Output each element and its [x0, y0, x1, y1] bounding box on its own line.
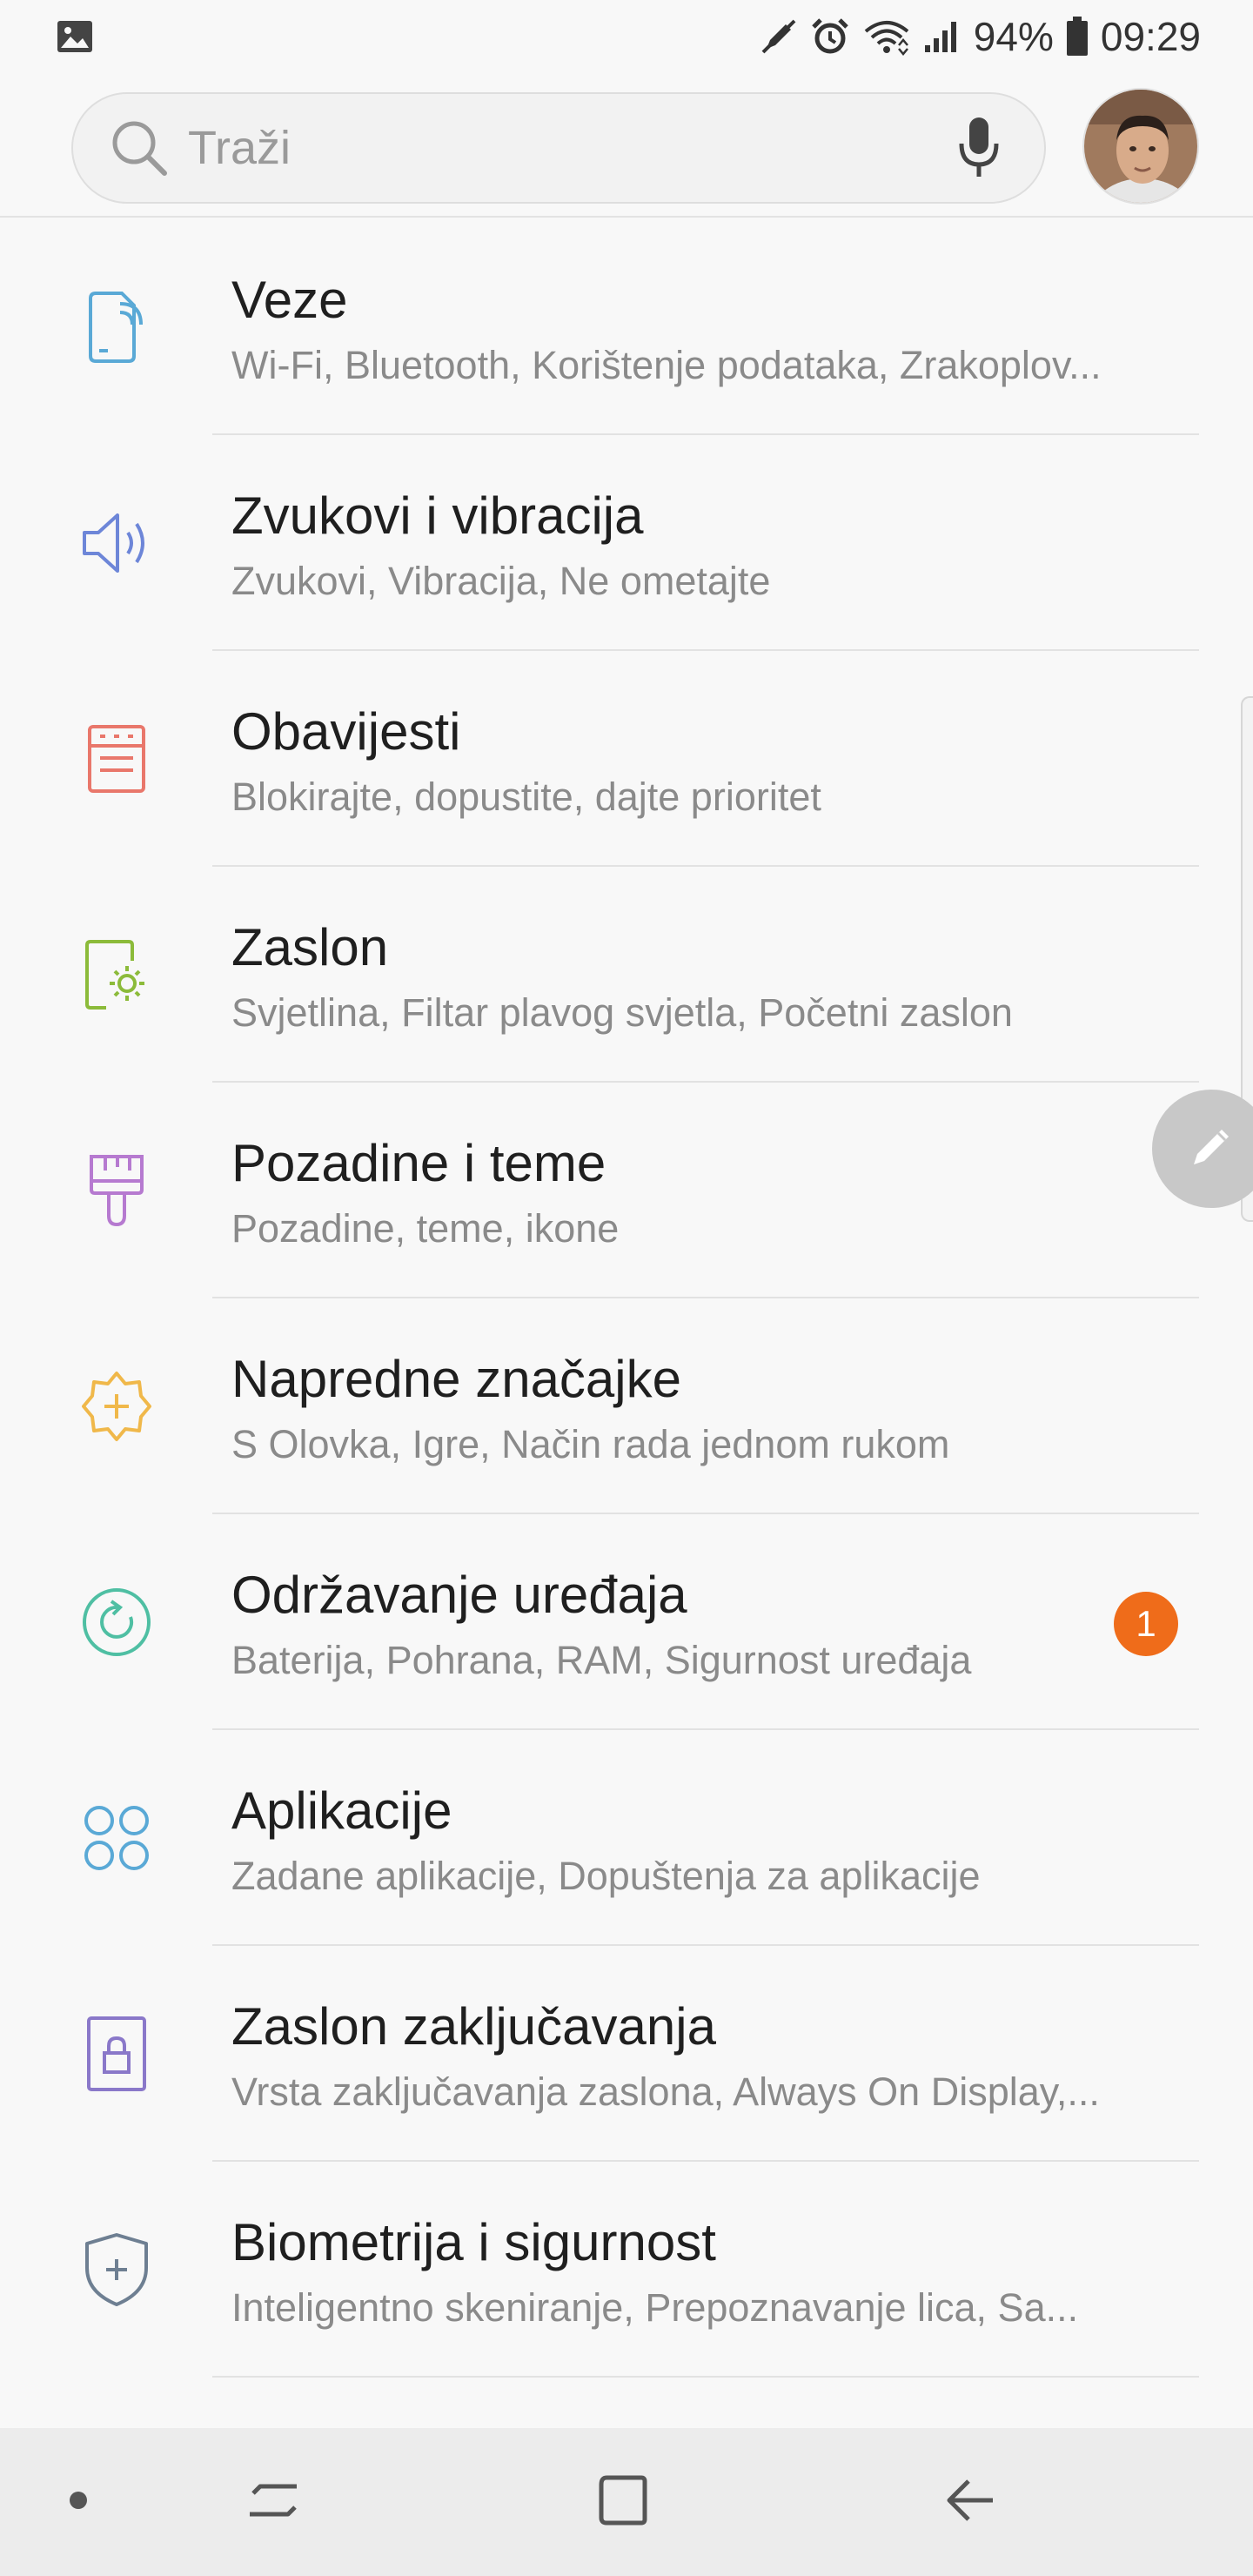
advanced-gear-icon — [71, 1298, 162, 1514]
back-icon — [942, 2474, 998, 2531]
nfc-pen-icon — [760, 17, 798, 56]
settings-item-title: Zaslon zaključavanja — [231, 1997, 716, 2056]
settings-item-subtitle: S Olovka, Igre, Način rada jednom rukom — [231, 1422, 950, 1466]
pencil-icon — [1185, 1121, 1237, 1177]
status-icons: 94% 09:29 — [760, 13, 1201, 60]
settings-item-title: Pozadine i teme — [231, 1134, 606, 1192]
settings-item-subtitle: Baterija, Pohrana, RAM, Sigurnost uređaj… — [231, 1638, 972, 1682]
device-care-icon — [71, 1514, 162, 1730]
microphone-icon[interactable] — [948, 113, 1009, 183]
alarm-icon — [810, 17, 850, 57]
display-icon — [71, 867, 162, 1083]
image-icon — [56, 19, 94, 54]
settings-item-title: Obavijesti — [231, 702, 461, 761]
settings-item-biometrics-security[interactable]: Biometrija i sigurnost Inteligentno sken… — [0, 2162, 1253, 2378]
profile-avatar[interactable] — [1082, 88, 1199, 205]
settings-item-sounds[interactable]: Zvukovi i vibracija Zvukovi, Vibracija, … — [0, 435, 1253, 651]
settings-item-device-maintenance[interactable]: Održavanje uređaja Baterija, Pohrana, RA… — [0, 1514, 1253, 1730]
apps-icon — [71, 1730, 162, 1946]
settings-item-apps[interactable]: Aplikacije Zadane aplikacije, Dopuštenja… — [0, 1730, 1253, 1946]
settings-item-lock-screen[interactable]: Zaslon zaključavanja Vrsta zaključavanja… — [0, 1946, 1253, 2162]
notification-badge: 1 — [1114, 1592, 1178, 1656]
dot-icon — [68, 2490, 89, 2515]
settings-item-notifications[interactable]: Obavijesti Blokirajte, dopustite, dajte … — [0, 651, 1253, 867]
settings-item-subtitle: Wi-Fi, Bluetooth, Korištenje podataka, Z… — [231, 343, 1102, 387]
settings-item-title: Zvukovi i vibracija — [231, 486, 644, 545]
nav-back-button[interactable] — [914, 2428, 1027, 2576]
settings-item-title: Održavanje uređaja — [231, 1566, 687, 1624]
recents-icon — [246, 2474, 302, 2531]
navigation-bar — [0, 2428, 1253, 2576]
battery-icon — [1066, 17, 1089, 57]
settings-item-subtitle: Inteligentno skeniranje, Prepoznavanje l… — [231, 2285, 1079, 2330]
notifications-icon — [71, 651, 162, 867]
settings-item-subtitle: Svjetlina, Filtar plavog svjetla, Početn… — [231, 990, 1013, 1035]
settings-item-connections[interactable]: Veze Wi-Fi, Bluetooth, Korištenje podata… — [0, 219, 1253, 435]
settings-item-title: Aplikacije — [231, 1781, 452, 1840]
nav-recents-button[interactable] — [218, 2428, 331, 2576]
settings-item-subtitle: Blokirajte, dopustite, dajte prioritet — [231, 775, 821, 819]
speaker-icon — [71, 435, 162, 651]
settings-item-wallpapers-themes[interactable]: Pozadine i teme Pozadine, teme, ikone — [0, 1083, 1253, 1298]
settings-item-title: Veze — [231, 271, 348, 329]
nav-home-button[interactable] — [566, 2428, 679, 2576]
settings-item-display[interactable]: Zaslon Svjetlina, Filtar plavog svjetla,… — [0, 867, 1253, 1083]
settings-item-subtitle: Pozadine, teme, ikone — [231, 1206, 620, 1251]
settings-item-title: Zaslon — [231, 918, 389, 976]
divider — [212, 2376, 1199, 2378]
settings-item-advanced-features[interactable]: Napredne značajke S Olovka, Igre, Način … — [0, 1298, 1253, 1514]
shield-icon — [71, 2162, 162, 2378]
settings-item-subtitle: Zvukovi, Vibracija, Ne ometajte — [231, 559, 771, 603]
battery-percent: 94% — [973, 14, 1054, 59]
search-input[interactable] — [172, 121, 948, 175]
search-icon — [106, 115, 172, 181]
settings-list: Veze Wi-Fi, Bluetooth, Korištenje podata… — [0, 219, 1253, 2378]
home-icon — [594, 2472, 650, 2532]
settings-screen: 94% 09:29 Traži Veze Wi-Fi, Bluetooth, K… — [0, 0, 1253, 2576]
status-bar: 94% 09:29 — [0, 0, 1253, 73]
search-bar[interactable] — [71, 92, 1046, 204]
search-header — [0, 84, 1253, 218]
signal-icon — [923, 19, 962, 54]
paintbrush-icon — [71, 1083, 162, 1298]
status-time: 09:29 — [1100, 14, 1201, 59]
nav-dot-button[interactable] — [52, 2428, 104, 2576]
wifi-icon — [862, 17, 911, 56]
lock-icon — [71, 1946, 162, 2162]
settings-item-subtitle: Vrsta zaključavanja zaslona, Always On D… — [231, 2070, 1100, 2114]
connections-icon — [71, 219, 162, 435]
settings-item-title: Napredne značajke — [231, 1350, 682, 1408]
settings-item-title: Biometrija i sigurnost — [231, 2213, 716, 2271]
settings-item-subtitle: Zadane aplikacije, Dopuštenja za aplikac… — [231, 1854, 981, 1898]
